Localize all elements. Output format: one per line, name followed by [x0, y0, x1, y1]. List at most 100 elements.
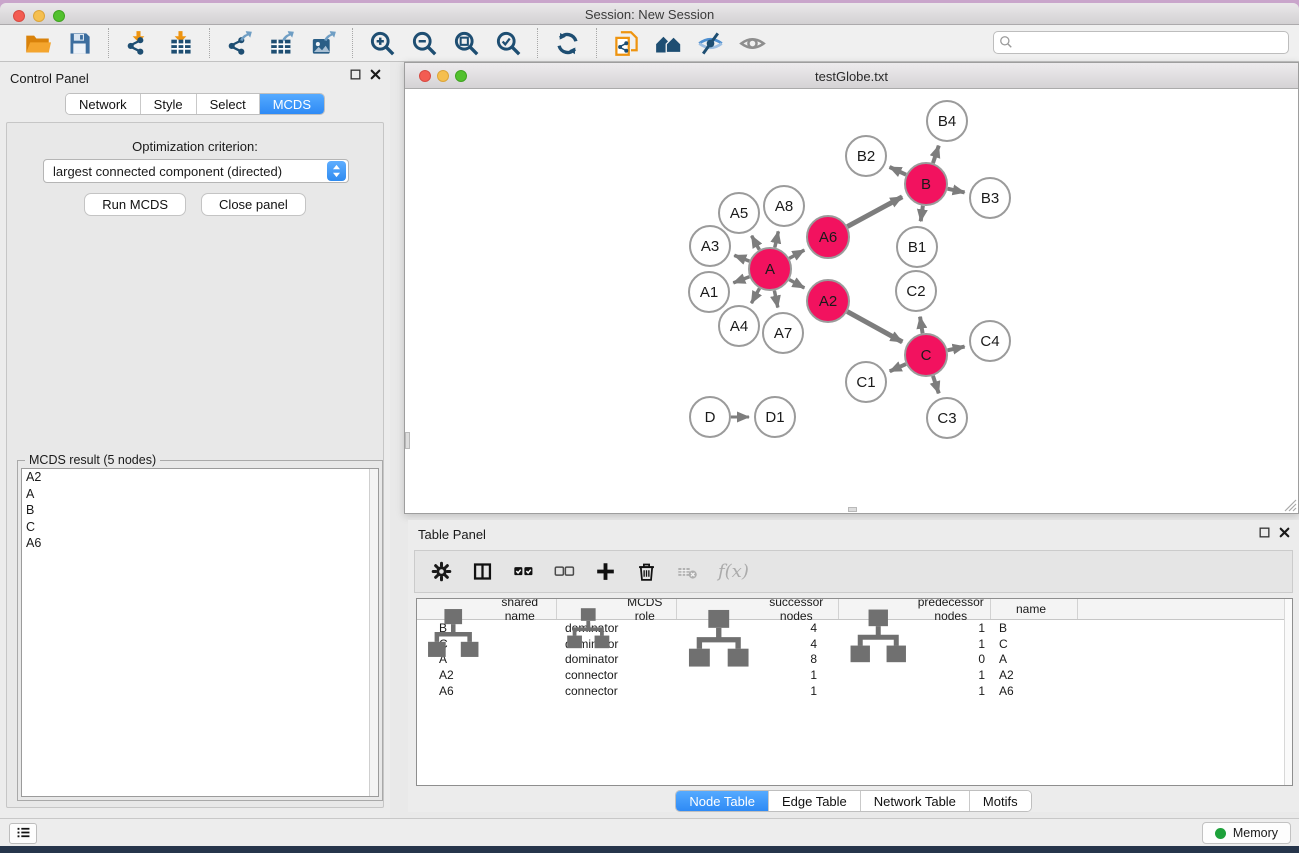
edge-A-A5[interactable] — [752, 236, 760, 250]
edge-A-A8[interactable] — [775, 231, 779, 247]
zoom-out-button[interactable] — [407, 27, 441, 59]
tab-network[interactable]: Network — [66, 94, 141, 114]
node-label-A1: A1 — [700, 284, 718, 301]
export-table-button[interactable] — [264, 27, 298, 59]
result-item[interactable]: A2 — [22, 469, 378, 486]
result-item[interactable]: C — [22, 519, 378, 536]
search-icon — [999, 35, 1013, 49]
mcds-result-list[interactable]: A2ABCA6 — [21, 468, 379, 797]
cell-shared-name: A6 — [417, 684, 557, 698]
tree-icon — [845, 604, 912, 671]
tab-style[interactable]: Style — [141, 94, 197, 114]
show-panels-list-button[interactable] — [9, 823, 37, 844]
select-all-button[interactable] — [511, 560, 535, 584]
open-session-button[interactable] — [20, 27, 54, 59]
import-table-button[interactable] — [163, 27, 197, 59]
edge-C-C1[interactable] — [890, 364, 906, 371]
edge-B-B3[interactable] — [947, 189, 964, 193]
edge-B-B2[interactable] — [890, 167, 907, 175]
criterion-dropdown[interactable]: largest connected component (directed) — [43, 159, 349, 183]
column-header-MCDS-role[interactable]: MCDS role — [557, 599, 677, 619]
cell-name: B — [991, 621, 1078, 635]
memory-button[interactable]: Memory — [1202, 822, 1291, 844]
tab-motifs[interactable]: Motifs — [970, 791, 1031, 811]
export-image-button[interactable] — [306, 27, 340, 59]
cell-predecessor-nodes: 1 — [839, 684, 991, 698]
tab-node-table[interactable]: Node Table — [676, 791, 769, 811]
float-table-panel-icon[interactable] — [1258, 526, 1271, 539]
hide-panels-button[interactable] — [693, 27, 727, 59]
app-title: Session: New Session — [0, 7, 1299, 22]
run-mcds-button[interactable]: Run MCDS — [84, 193, 186, 216]
node-label-A2: A2 — [819, 293, 837, 310]
node-label-C4: C4 — [980, 333, 999, 350]
edge-A2-C[interactable] — [847, 312, 902, 342]
edge-A6-B[interactable] — [847, 197, 902, 227]
tab-select[interactable]: Select — [197, 94, 260, 114]
table-scrollbar[interactable] — [1284, 599, 1292, 785]
cell-MCDS-role: connector — [557, 668, 677, 682]
show-panels-button[interactable] — [735, 27, 769, 59]
edge-C-C3[interactable] — [933, 376, 939, 393]
table-tabs: Node TableEdge TableNetwork TableMotifs — [408, 790, 1299, 812]
resize-grip-icon[interactable] — [1284, 499, 1297, 512]
close-panel-button[interactable]: Close panel — [201, 193, 306, 216]
network-hscroll-thumb[interactable] — [848, 507, 857, 512]
edge-A-A3[interactable] — [734, 255, 749, 261]
result-list-scrollbar[interactable] — [369, 469, 378, 796]
birdseye-home-button[interactable] — [651, 27, 685, 59]
network-graph[interactable]: B4B2BB3A8A5A6A3B1AA1C2A2A4A7C4CC1C3DD1 — [405, 89, 1296, 513]
result-item[interactable]: A — [22, 486, 378, 503]
edge-C-C4[interactable] — [947, 347, 964, 351]
network-canvas[interactable]: B4B2BB3A8A5A6A3B1AA1C2A2A4A7C4CC1C3DD1 — [405, 89, 1298, 513]
edge-A-A6[interactable] — [789, 250, 804, 258]
toolbar-group — [353, 27, 537, 59]
zoom-fit-button[interactable] — [449, 27, 483, 59]
node-label-A4: A4 — [730, 318, 748, 335]
control-panel: Control Panel NetworkStyleSelectMCDS Opt… — [0, 62, 390, 818]
refresh-icon — [554, 30, 581, 57]
show-columns-button[interactable] — [470, 560, 494, 584]
edge-B-B4[interactable] — [933, 146, 939, 163]
table-row[interactable]: A6connector11A6 — [417, 683, 1292, 699]
edge-A-A7[interactable] — [774, 291, 777, 308]
search-input[interactable] — [993, 31, 1289, 54]
function-builder-button[interactable]: f(x) — [718, 561, 749, 582]
edge-A-A1[interactable] — [733, 277, 749, 283]
duplicate-network-button[interactable] — [609, 27, 643, 59]
close-panel-icon[interactable] — [369, 68, 382, 81]
cell-predecessor-nodes: 1 — [839, 668, 991, 682]
node-label-B4: B4 — [938, 113, 956, 130]
edge-A-A2[interactable] — [789, 280, 804, 288]
tab-network-table[interactable]: Network Table — [861, 791, 970, 811]
zoom-selected-icon — [495, 30, 522, 57]
close-table-panel-icon[interactable] — [1278, 526, 1291, 539]
zoom-selected-button[interactable] — [491, 27, 525, 59]
column-header-name[interactable]: name — [991, 599, 1078, 619]
refresh-button[interactable] — [550, 27, 584, 59]
node-label-C2: C2 — [906, 283, 925, 300]
table-settings-button[interactable] — [429, 560, 453, 584]
edge-B-B1[interactable] — [921, 206, 923, 221]
table-panel-title: Table Panel — [418, 527, 486, 542]
column-header-shared-name[interactable]: shared name — [417, 599, 557, 619]
network-vscroll-thumb[interactable] — [405, 432, 410, 449]
tab-edge-table[interactable]: Edge Table — [769, 791, 861, 811]
add-entry-button[interactable] — [593, 560, 617, 584]
result-item[interactable]: B — [22, 502, 378, 519]
node-label-B3: B3 — [981, 190, 999, 207]
edge-A-A4[interactable] — [751, 288, 759, 303]
tab-mcds[interactable]: MCDS — [260, 94, 324, 114]
edge-C-C2[interactable] — [920, 317, 923, 334]
column-header-successor-nodes[interactable]: successor nodes — [677, 599, 839, 619]
result-item[interactable]: A6 — [22, 535, 378, 552]
zoom-in-button[interactable] — [365, 27, 399, 59]
deselect-all-button[interactable] — [552, 560, 576, 584]
node-label-A3: A3 — [701, 238, 719, 255]
import-network-button[interactable] — [121, 27, 155, 59]
save-session-button[interactable] — [62, 27, 96, 59]
float-panel-icon[interactable] — [349, 68, 362, 81]
export-network-button[interactable] — [222, 27, 256, 59]
column-header-predecessor-nodes[interactable]: predecessor nodes — [839, 599, 991, 619]
delete-entry-button[interactable] — [634, 560, 658, 584]
